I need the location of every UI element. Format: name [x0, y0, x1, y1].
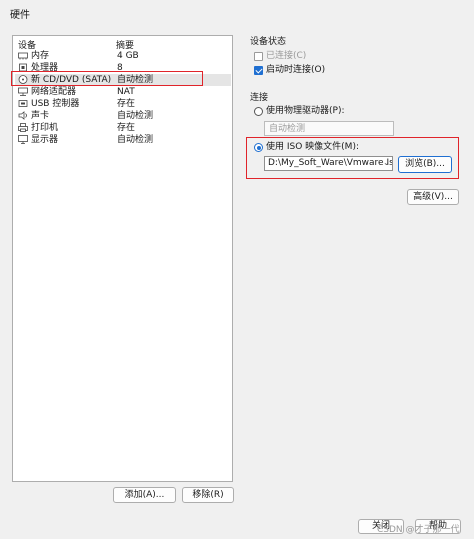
device-row-display[interactable]: 显示器 自动检测: [15, 134, 231, 146]
iso-image-radio[interactable]: [254, 143, 263, 152]
cd-dvd-row-highlight: [11, 71, 203, 86]
device-row-memory[interactable]: 内存 4 GB: [15, 50, 231, 62]
device-name: 显示器: [31, 135, 59, 145]
connected-checkbox[interactable]: [254, 52, 263, 61]
advanced-button[interactable]: 高级(V)...: [407, 189, 459, 205]
device-name: 内存: [31, 51, 50, 61]
memory-icon: [18, 52, 28, 60]
device-name: 网络适配器: [31, 87, 77, 97]
iso-image-label: 使用 ISO 映像文件(M):: [266, 142, 359, 152]
device-summary: 自动检测: [117, 111, 154, 121]
connected-label: 已连接(C): [266, 51, 307, 61]
device-row-usb-controller[interactable]: USB 控制器 存在: [15, 98, 231, 110]
physical-drive-label: 使用物理驱动器(P):: [266, 106, 345, 116]
device-summary: NAT: [117, 87, 135, 97]
device-row-network-adapter[interactable]: 网络适配器 NAT: [15, 86, 231, 98]
device-name: USB 控制器: [31, 99, 80, 109]
display-icon: [18, 135, 28, 144]
remove-button[interactable]: 移除(R): [182, 487, 234, 503]
watermark-text: CSDN @才子那一代: [377, 525, 460, 535]
device-summary: 存在: [117, 99, 136, 109]
device-summary: 4 GB: [117, 51, 139, 61]
iso-path-value: D:\My_Soft_Ware\Vmware Iso: [268, 158, 393, 168]
device-status-group-label: 设备状态: [250, 37, 287, 47]
physical-drive-select-value: 自动检测: [269, 124, 306, 134]
chevron-down-icon[interactable]: ⌄: [383, 158, 390, 167]
window-title: 硬件: [10, 10, 30, 21]
device-summary: 自动检测: [117, 135, 154, 145]
physical-drive-radio[interactable]: [254, 107, 263, 116]
printer-icon: [18, 123, 28, 132]
device-row-sound-card[interactable]: 声卡 自动检测: [15, 110, 231, 122]
device-name: 打印机: [31, 123, 59, 133]
device-list-panel: 设备 摘要 内存 4 GB 处理器 8 新 CD/DVD (SATA) 自动检测…: [12, 35, 233, 482]
connection-group-label: 连接: [250, 93, 269, 103]
iso-path-input[interactable]: D:\My_Soft_Ware\Vmware Iso: [264, 156, 393, 171]
device-name: 声卡: [31, 111, 50, 121]
connect-at-power-on-checkbox[interactable]: [254, 66, 263, 75]
device-row-printer[interactable]: 打印机 存在: [15, 122, 231, 134]
usb-controller-icon: [18, 100, 28, 107]
sound-card-icon: [18, 111, 27, 120]
connect-at-power-on-label: 启动时连接(O): [266, 65, 326, 75]
device-summary: 存在: [117, 123, 136, 133]
physical-drive-select[interactable]: 自动检测: [264, 121, 394, 136]
browse-button[interactable]: 浏览(B)...: [398, 156, 452, 173]
network-adapter-icon: [18, 87, 28, 96]
add-button[interactable]: 添加(A)...: [113, 487, 176, 503]
